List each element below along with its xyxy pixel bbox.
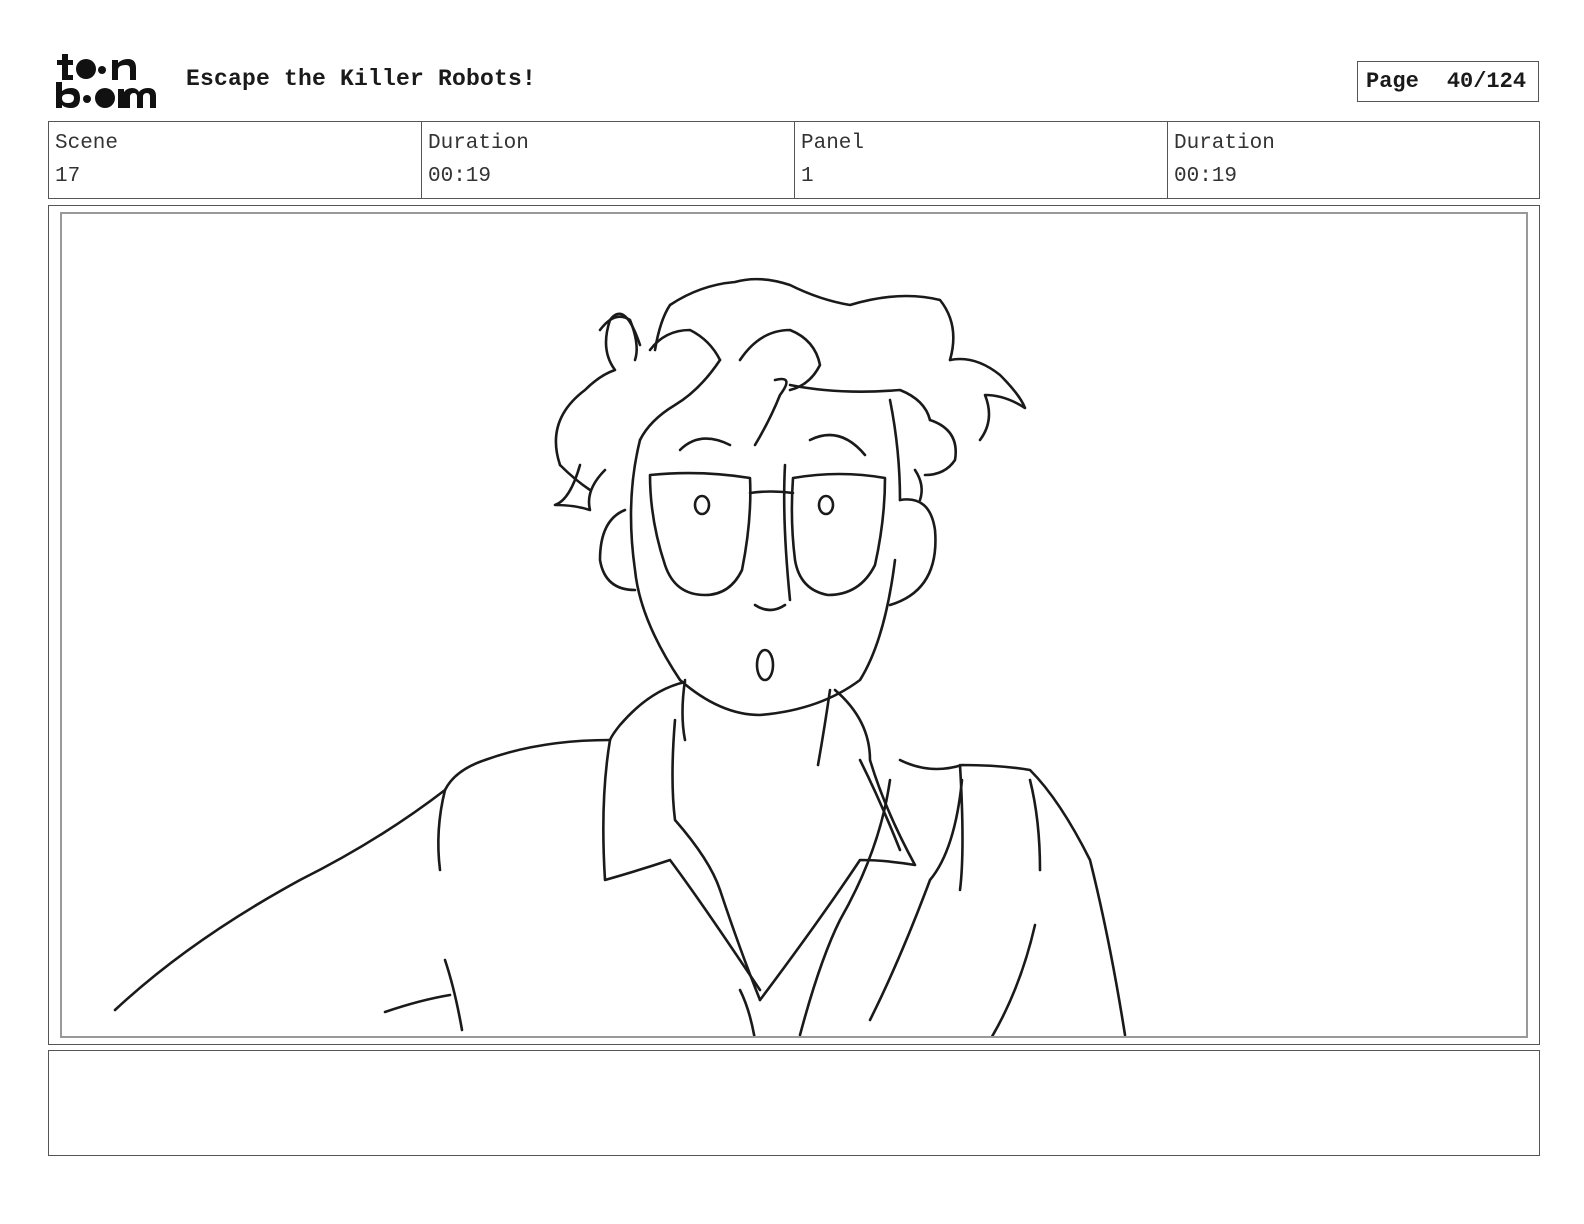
scene-value: 17 — [55, 165, 81, 188]
scene-info-table: Scene 17 Duration 00:19 Panel 1 Duration… — [48, 121, 1540, 199]
panel-value: 1 — [801, 165, 814, 188]
page-indicator: Page 40/124 — [1357, 61, 1539, 102]
page-number: 40/124 — [1446, 69, 1527, 94]
storyboard-panel — [60, 212, 1528, 1038]
scene-cell: Scene 17 — [49, 122, 422, 198]
panel-duration-cell: Duration 00:19 — [1168, 122, 1539, 198]
panel-duration-value: 00:19 — [1174, 165, 1238, 188]
project-title: Escape the Killer Robots! — [186, 66, 537, 92]
scene-duration-cell: Duration 00:19 — [422, 122, 795, 198]
panel-cell: Panel 1 — [795, 122, 1168, 198]
toon-boom-logo — [56, 54, 156, 108]
scene-duration-label: Duration — [428, 132, 529, 155]
scene-label: Scene — [55, 132, 119, 155]
panel-notes-box — [48, 1050, 1540, 1156]
panel-duration-label: Duration — [1174, 132, 1275, 155]
character-sketch — [113, 277, 1127, 1036]
scene-duration-value: 00:19 — [428, 165, 492, 188]
panel-label: Panel — [801, 132, 865, 155]
page-label: Page — [1366, 69, 1419, 94]
